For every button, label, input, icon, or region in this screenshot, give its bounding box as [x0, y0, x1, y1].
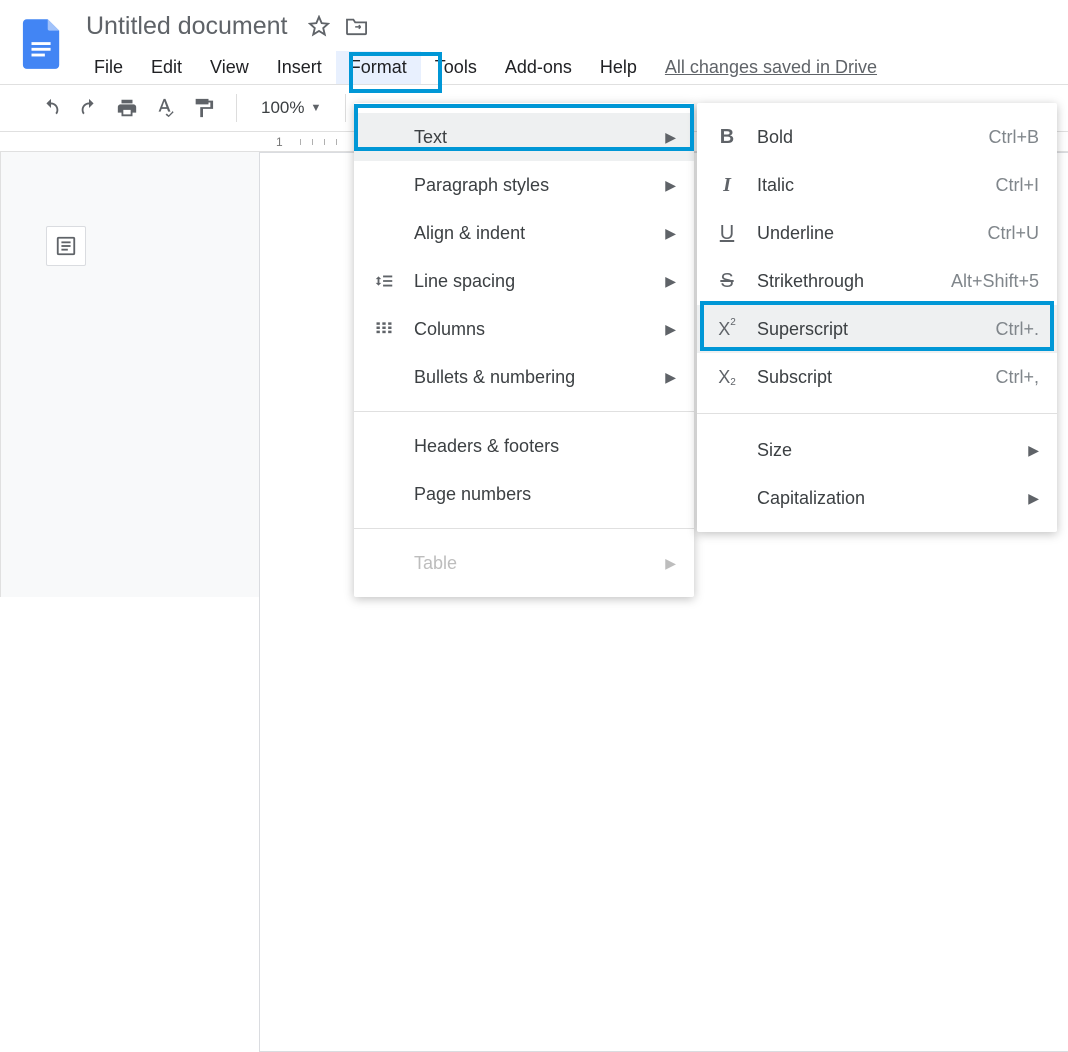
- menu-label: Capitalization: [757, 488, 1018, 509]
- chevron-right-icon: ▶: [665, 177, 676, 194]
- shortcut-label: Ctrl+.: [995, 319, 1039, 340]
- menu-edit[interactable]: Edit: [137, 51, 196, 84]
- underline-icon: U: [713, 219, 741, 247]
- subscript-icon: X2: [713, 363, 741, 391]
- saved-status[interactable]: All changes saved in Drive: [665, 51, 877, 84]
- menu-addons[interactable]: Add-ons: [491, 51, 586, 84]
- columns-icon: [370, 315, 398, 343]
- format-menu-align-indent[interactable]: Align & indent ▶: [354, 209, 694, 257]
- text-submenu: B Bold Ctrl+B I Italic Ctrl+I U Underlin…: [697, 103, 1057, 532]
- star-icon[interactable]: [306, 13, 332, 39]
- line-spacing-icon: [370, 267, 398, 295]
- format-menu-page-numbers[interactable]: Page numbers: [354, 470, 694, 518]
- menu-separator: [697, 413, 1057, 414]
- undo-icon[interactable]: [36, 93, 66, 123]
- docs-logo[interactable]: [14, 10, 70, 80]
- menu-label: Align & indent: [414, 223, 655, 244]
- menu-separator: [354, 528, 694, 529]
- menu-label: Table: [414, 553, 655, 574]
- menu-label: Strikethrough: [757, 271, 951, 292]
- menu-label: Text: [414, 127, 655, 148]
- text-menu-capitalization[interactable]: Capitalization ▶: [697, 474, 1057, 522]
- shortcut-label: Ctrl+B: [988, 127, 1039, 148]
- menu-label: Subscript: [757, 367, 995, 388]
- chevron-right-icon: ▶: [1028, 490, 1039, 507]
- text-menu-italic[interactable]: I Italic Ctrl+I: [697, 161, 1057, 209]
- format-menu: Text ▶ Paragraph styles ▶ Align & indent…: [354, 103, 694, 597]
- menu-view[interactable]: View: [196, 51, 263, 84]
- menu-label: Bold: [757, 127, 988, 148]
- menu-label: Superscript: [757, 319, 995, 340]
- toolbar-separator: [236, 94, 237, 122]
- menu-label: Page numbers: [414, 484, 676, 505]
- caret-down-icon: ▼: [310, 102, 321, 114]
- shortcut-label: Ctrl+I: [995, 175, 1039, 196]
- move-folder-icon[interactable]: [344, 13, 370, 39]
- shortcut-label: Ctrl+,: [995, 367, 1039, 388]
- menu-label: Bullets & numbering: [414, 367, 655, 388]
- chevron-right-icon: ▶: [665, 225, 676, 242]
- format-paint-icon[interactable]: [188, 93, 218, 123]
- menu-label: Headers & footers: [414, 436, 676, 457]
- text-menu-strikethrough[interactable]: S Strikethrough Alt+Shift+5: [697, 257, 1057, 305]
- bold-icon: B: [713, 123, 741, 151]
- chevron-right-icon: ▶: [665, 129, 676, 146]
- text-menu-superscript[interactable]: X2 Superscript Ctrl+.: [697, 305, 1057, 353]
- menu-label: Size: [757, 440, 1018, 461]
- zoom-value: 100%: [261, 98, 304, 118]
- chevron-right-icon: ▶: [665, 273, 676, 290]
- text-menu-subscript[interactable]: X2 Subscript Ctrl+,: [697, 353, 1057, 401]
- menu-separator: [354, 411, 694, 412]
- italic-icon: I: [713, 171, 741, 199]
- toolbar-separator: [345, 94, 346, 122]
- superscript-icon: X2: [713, 315, 741, 343]
- print-icon[interactable]: [112, 93, 142, 123]
- chevron-right-icon: ▶: [1028, 442, 1039, 459]
- chevron-right-icon: ▶: [665, 369, 676, 386]
- menu-label: Italic: [757, 175, 995, 196]
- menu-label: Columns: [414, 319, 655, 340]
- strikethrough-icon: S: [713, 267, 741, 295]
- outline-button[interactable]: [46, 226, 86, 266]
- menubar: File Edit View Insert Format Tools Add-o…: [80, 50, 877, 84]
- zoom-dropdown[interactable]: 100% ▼: [255, 98, 327, 118]
- format-menu-text[interactable]: Text ▶: [354, 113, 694, 161]
- chevron-right-icon: ▶: [665, 321, 676, 338]
- format-menu-table: Table ▶: [354, 539, 694, 587]
- format-menu-line-spacing[interactable]: Line spacing ▶: [354, 257, 694, 305]
- menu-help[interactable]: Help: [586, 51, 651, 84]
- format-menu-columns[interactable]: Columns ▶: [354, 305, 694, 353]
- menu-format[interactable]: Format: [336, 51, 421, 84]
- format-menu-paragraph-styles[interactable]: Paragraph styles ▶: [354, 161, 694, 209]
- spellcheck-icon[interactable]: [150, 93, 180, 123]
- text-menu-underline[interactable]: U Underline Ctrl+U: [697, 209, 1057, 257]
- text-menu-bold[interactable]: B Bold Ctrl+B: [697, 113, 1057, 161]
- shortcut-label: Ctrl+U: [987, 223, 1039, 244]
- doc-title[interactable]: Untitled document: [80, 10, 294, 43]
- redo-icon[interactable]: [74, 93, 104, 123]
- ruler-mark: 1: [276, 135, 283, 149]
- chevron-right-icon: ▶: [665, 555, 676, 572]
- text-menu-size[interactable]: Size ▶: [697, 426, 1057, 474]
- menu-label: Underline: [757, 223, 987, 244]
- format-menu-headers-footers[interactable]: Headers & footers: [354, 422, 694, 470]
- menu-file[interactable]: File: [80, 51, 137, 84]
- menu-label: Paragraph styles: [414, 175, 655, 196]
- shortcut-label: Alt+Shift+5: [951, 271, 1039, 292]
- format-menu-bullets-numbering[interactable]: Bullets & numbering ▶: [354, 353, 694, 401]
- menu-insert[interactable]: Insert: [263, 51, 336, 84]
- header: Untitled document File Edit View Insert …: [0, 0, 1068, 84]
- menu-label: Line spacing: [414, 271, 655, 292]
- menu-tools[interactable]: Tools: [421, 51, 491, 84]
